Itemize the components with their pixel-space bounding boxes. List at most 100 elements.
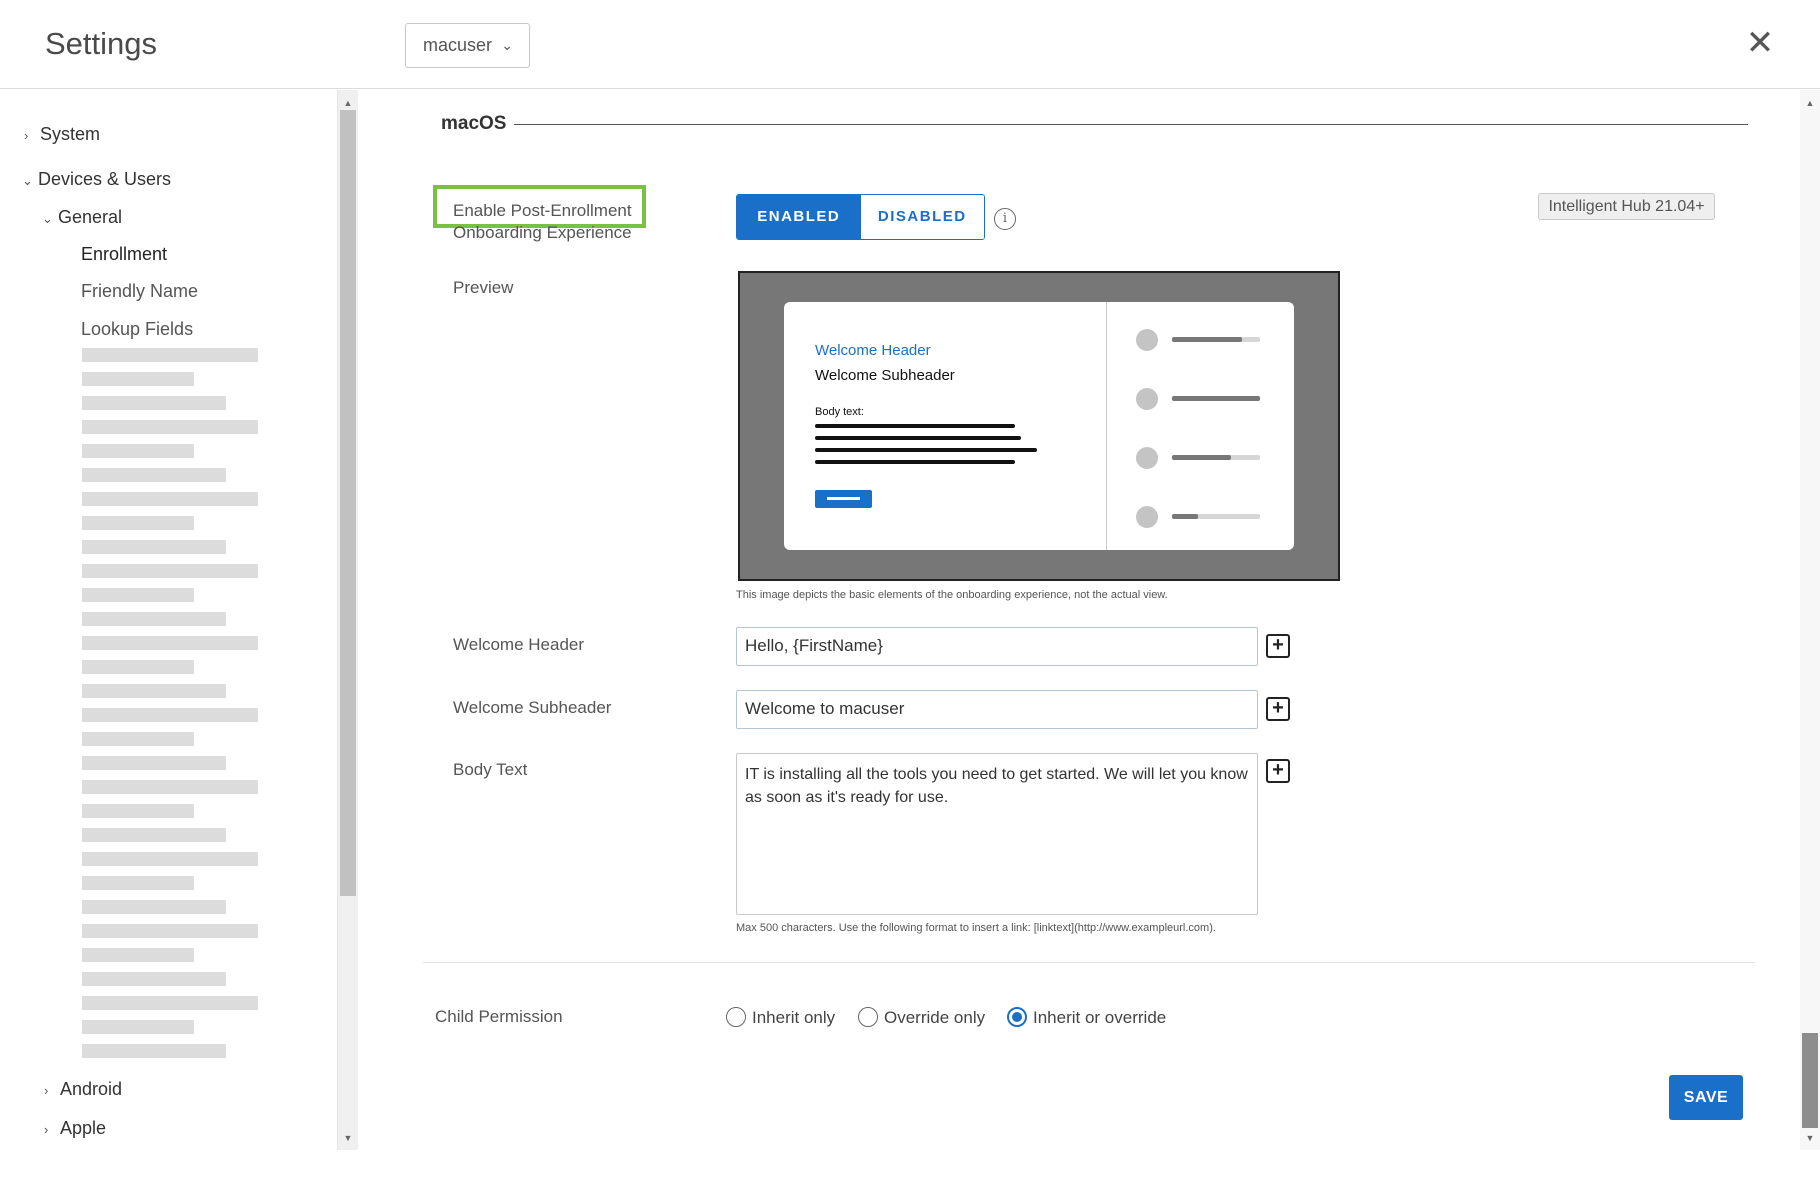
radio-override-only[interactable]: Override only: [858, 1007, 985, 1028]
disabled-button[interactable]: DISABLED: [860, 195, 984, 239]
preview-progress-dot: [1136, 506, 1158, 528]
redacted-placeholder-bar: [82, 660, 194, 674]
enabled-button[interactable]: ENABLED: [737, 195, 861, 239]
preview-body-line: [815, 460, 1015, 464]
welcome-header-input[interactable]: Hello, {FirstName}: [736, 627, 1258, 666]
body-text-label: Body Text: [453, 760, 528, 779]
radio-inherit-only[interactable]: Inherit only: [726, 1007, 835, 1028]
header-bar: Settings macuser ⌄ ✕: [0, 0, 1820, 89]
preview-divider: [1106, 302, 1107, 550]
redacted-placeholder-bar: [82, 732, 194, 746]
org-group-dropdown[interactable]: macuser ⌄: [405, 23, 530, 68]
preview-progress-bar: [1172, 514, 1260, 519]
welcome-subheader-label: Welcome Subheader: [453, 698, 612, 717]
radio-button[interactable]: [726, 1007, 746, 1027]
preview-progress-dot: [1136, 329, 1158, 351]
main-scrollbar-thumb[interactable]: [1802, 1033, 1818, 1128]
redacted-placeholder-bar: [82, 636, 258, 650]
chevron-right-icon: ›: [24, 128, 29, 143]
insert-lookup-button[interactable]: +: [1266, 634, 1290, 658]
chevron-down-icon: ⌄: [42, 211, 53, 226]
page-title: Settings: [45, 26, 158, 61]
redacted-placeholder-bar: [82, 444, 194, 458]
redacted-placeholder-bar: [82, 1044, 226, 1058]
preview-welcome-subheader: Welcome Subheader: [815, 367, 955, 384]
save-button[interactable]: SAVE: [1669, 1075, 1743, 1120]
close-icon[interactable]: ✕: [1745, 26, 1775, 60]
redacted-placeholder-bar: [82, 972, 226, 986]
scroll-up-arrow-icon[interactable]: ▲: [340, 96, 356, 110]
redacted-placeholder-bar: [82, 780, 258, 794]
preview-progress-dot: [1136, 388, 1158, 410]
preview-progress-bar: [1172, 396, 1260, 401]
sidebar-item-lookup-fields[interactable]: Lookup Fields: [81, 319, 193, 340]
main-scrollbar[interactable]: [1800, 90, 1820, 1150]
redacted-placeholder-bar: [82, 828, 226, 842]
sidebar-scrollbar-thumb[interactable]: [340, 110, 356, 896]
sidebar-item-friendly-name[interactable]: Friendly Name: [81, 281, 198, 302]
preview-caption: This image depicts the basic elements of…: [736, 589, 1168, 601]
info-icon[interactable]: i: [994, 208, 1016, 230]
welcome-header-label: Welcome Header: [453, 635, 585, 654]
chevron-right-icon: ›: [44, 1122, 49, 1137]
radio-button-selected[interactable]: [1007, 1007, 1027, 1027]
preview-image: Welcome Header Welcome Subheader Body te…: [738, 271, 1340, 581]
sidebar-item-apple[interactable]: › Apple: [44, 1118, 106, 1139]
preview-welcome-header: Welcome Header: [815, 342, 931, 359]
section-divider: [514, 124, 1748, 125]
preview-card: Welcome Header Welcome Subheader Body te…: [784, 302, 1294, 550]
preview-body-text: Body text:: [815, 406, 864, 418]
settings-sidebar: › System ⌄ Devices & Users ⌄ General Enroll…: [0, 90, 338, 1150]
redacted-placeholder-bar: [82, 372, 194, 386]
scroll-down-arrow-icon[interactable]: ▼: [340, 1131, 356, 1145]
redacted-placeholder-bar: [82, 540, 226, 554]
preview-body-line: [815, 424, 1015, 428]
redacted-placeholder-bar: [82, 852, 258, 866]
redacted-placeholder-bar: [82, 396, 226, 410]
onboarding-label: Enable Post-Enrollment Onboarding Experi…: [453, 201, 632, 242]
redacted-placeholder-bar: [82, 564, 258, 578]
sidebar-item-system[interactable]: › System: [24, 124, 100, 145]
preview-progress-bar: [1172, 455, 1260, 460]
chevron-down-icon: ⌄: [22, 173, 33, 188]
redacted-placeholder-bar: [82, 876, 194, 890]
child-permission-label: Child Permission: [435, 1007, 563, 1026]
section-title: macOS: [441, 113, 507, 134]
welcome-subheader-input[interactable]: Welcome to macuser: [736, 690, 1258, 729]
redacted-placeholder-bar: [82, 756, 226, 770]
radio-inherit-or-override[interactable]: Inherit or override: [1007, 1007, 1166, 1028]
insert-lookup-button[interactable]: +: [1266, 697, 1290, 721]
redacted-placeholder-bar: [82, 684, 226, 698]
preview-body-line: [815, 448, 1037, 452]
sidebar-item-android[interactable]: › Android: [44, 1079, 122, 1100]
preview-progress-bar: [1172, 337, 1260, 342]
preview-button: [815, 490, 872, 508]
sidebar-item-devices-users[interactable]: ⌄ Devices & Users: [22, 169, 171, 190]
redacted-placeholder-bar: [82, 492, 258, 506]
onboarding-toggle: ENABLED DISABLED: [736, 194, 985, 240]
redacted-placeholder-bar: [82, 708, 258, 722]
body-text-textarea[interactable]: IT is installing all the tools you need …: [736, 753, 1258, 915]
section-divider: [423, 962, 1755, 963]
redacted-placeholder-bar: [82, 1020, 194, 1034]
preview-body-line: [815, 436, 1021, 440]
redacted-placeholder-bar: [82, 948, 194, 962]
org-group-label: macuser: [423, 35, 493, 55]
chevron-down-icon: ⌄: [501, 37, 513, 53]
redacted-placeholder-bar: [82, 420, 258, 434]
redacted-placeholder-bar: [82, 900, 226, 914]
redacted-placeholder-bar: [82, 924, 258, 938]
preview-label: Preview: [453, 278, 514, 297]
sidebar-item-enrollment[interactable]: Enrollment: [81, 244, 167, 265]
redacted-placeholder-bar: [82, 468, 226, 482]
version-badge: Intelligent Hub 21.04+: [1538, 193, 1715, 220]
preview-progress-dot: [1136, 447, 1158, 469]
redacted-placeholder-bar: [82, 804, 194, 818]
radio-button[interactable]: [858, 1007, 878, 1027]
redacted-placeholder-bar: [82, 516, 194, 530]
scroll-up-arrow-icon[interactable]: ▲: [1802, 96, 1818, 110]
body-text-hint: Max 500 characters. Use the following fo…: [736, 922, 1216, 934]
sidebar-item-general[interactable]: ⌄ General: [42, 207, 122, 228]
insert-lookup-button[interactable]: +: [1266, 759, 1290, 783]
scroll-down-arrow-icon[interactable]: ▼: [1802, 1131, 1818, 1145]
